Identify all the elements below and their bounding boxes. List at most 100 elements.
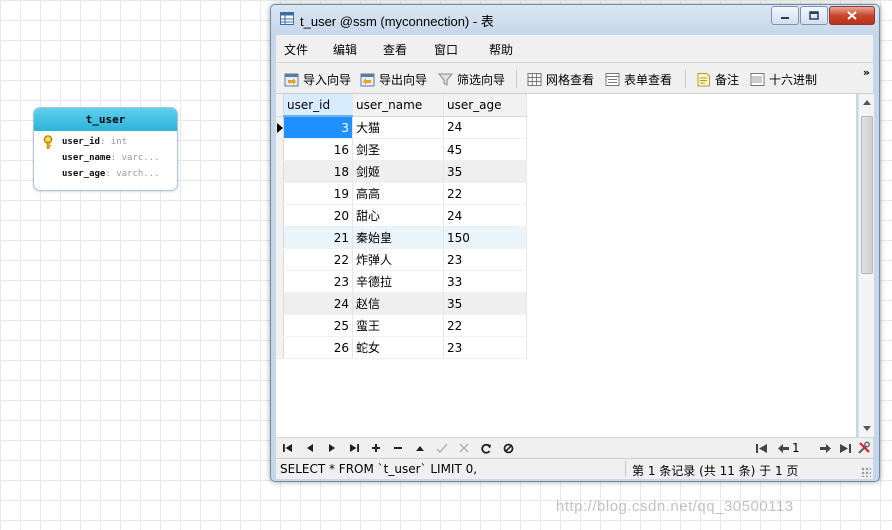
cell-user-age[interactable]: 35	[443, 160, 527, 183]
prev-page-button[interactable]	[775, 440, 791, 456]
cell-user-name[interactable]: 蛮王	[352, 314, 444, 337]
minimize-button[interactable]	[771, 6, 799, 25]
cell-user-age[interactable]: 150	[443, 226, 527, 249]
table-row[interactable]: 24 赵信 35	[276, 292, 527, 315]
filter-wizard-button[interactable]: 筛选向导	[438, 70, 505, 88]
delete-record-button[interactable]	[390, 440, 406, 456]
entity-field-user-age[interactable]: user_age: varch...	[34, 166, 177, 182]
add-record-button[interactable]	[368, 440, 384, 456]
last-page-icon	[839, 443, 851, 453]
refresh-button[interactable]	[478, 440, 494, 456]
table-row[interactable]: 16 剑圣 45	[276, 138, 527, 161]
menu-view[interactable]: 查看	[383, 41, 407, 58]
cell-user-age[interactable]: 22	[443, 314, 527, 337]
cell-user-id[interactable]: 20	[283, 204, 353, 227]
cell-user-id[interactable]: 18	[283, 160, 353, 183]
entity-field-user-name[interactable]: user_name: varc...	[34, 150, 177, 166]
next-page-button[interactable]	[817, 440, 833, 456]
toolbar-overflow-icon[interactable]: »	[863, 66, 870, 79]
cell-user-id[interactable]: 22	[283, 248, 353, 271]
record-navigation-bar: 1	[276, 437, 873, 458]
table-row[interactable]: 26 蛇女 23	[276, 336, 527, 359]
hex-button[interactable]: 十六进制	[750, 70, 817, 88]
cell-user-id[interactable]: 26	[283, 336, 353, 359]
data-table: user_id user_name user_age 3 大猫 24 16 剑圣…	[276, 94, 527, 359]
cell-user-age[interactable]: 35	[443, 292, 527, 315]
table-row[interactable]: 22 炸弹人 23	[276, 248, 527, 271]
data-grid[interactable]: user_id user_name user_age 3 大猫 24 16 剑圣…	[276, 94, 856, 437]
scroll-down-icon[interactable]	[863, 426, 871, 431]
cell-user-name[interactable]: 高高	[352, 182, 444, 205]
vertical-scrollbar[interactable]	[858, 94, 874, 437]
cell-user-id[interactable]: 19	[283, 182, 353, 205]
entity-card-t-user[interactable]: t_user user_id: int user_name: varc... u…	[33, 107, 178, 191]
cell-user-age[interactable]: 22	[443, 182, 527, 205]
cell-user-name[interactable]: 剑姬	[352, 160, 444, 183]
cell-user-id[interactable]: 24	[283, 292, 353, 315]
last-page-button[interactable]	[837, 440, 853, 456]
table-row[interactable]: 19 高高 22	[276, 182, 527, 205]
menu-edit[interactable]: 编辑	[333, 41, 357, 58]
cell-user-id[interactable]: 25	[283, 314, 353, 337]
last-record-button[interactable]	[346, 440, 362, 456]
cell-user-id[interactable]: 16	[283, 138, 353, 161]
apply-changes-button[interactable]	[434, 440, 450, 456]
cell-user-name[interactable]: 甜心	[352, 204, 444, 227]
discard-changes-button[interactable]	[456, 440, 472, 456]
title-bar[interactable]: t_user @ssm (myconnection) - 表	[271, 5, 879, 33]
cell-user-name[interactable]: 赵信	[352, 292, 444, 315]
memo-button[interactable]: 备注	[696, 70, 739, 88]
cell-user-age[interactable]: 33	[443, 270, 527, 293]
export-wizard-button[interactable]: 导出向导	[360, 70, 427, 88]
column-header-user-name[interactable]: user_name	[352, 94, 444, 117]
grid-view-button[interactable]: 网格查看	[527, 70, 594, 88]
form-view-button[interactable]: 表单查看	[605, 70, 672, 88]
cell-user-name[interactable]: 炸弹人	[352, 248, 444, 271]
table-row[interactable]: 18 剑姬 35	[276, 160, 527, 183]
cell-user-id[interactable]: 23	[283, 270, 353, 293]
cell-user-name[interactable]: 大猫	[352, 116, 444, 139]
prev-record-button[interactable]	[302, 440, 318, 456]
cell-user-id[interactable]: 3	[283, 116, 353, 139]
cell-user-name[interactable]: 剑圣	[352, 138, 444, 161]
table-row[interactable]: 25 蛮王 22	[276, 314, 527, 337]
toolbar: 导入向导 导出向导 筛选向导 网格查看 表单查看 备注 十六进制 »	[276, 63, 873, 94]
filter-wizard-label: 筛选向导	[457, 72, 506, 87]
cell-user-age[interactable]: 24	[443, 116, 527, 139]
cell-user-age[interactable]: 24	[443, 204, 527, 227]
page-settings-button[interactable]	[856, 440, 872, 456]
menu-file[interactable]: 文件	[284, 41, 308, 58]
maximize-button[interactable]	[800, 6, 828, 25]
table-row[interactable]: 3 大猫 24	[276, 116, 527, 139]
menu-window[interactable]: 窗口	[434, 41, 458, 58]
entity-field-user-id[interactable]: user_id: int	[34, 134, 177, 150]
column-header-user-age[interactable]: user_age	[443, 94, 527, 117]
menu-help[interactable]: 帮助	[489, 41, 513, 58]
cell-user-name[interactable]: 辛德拉	[352, 270, 444, 293]
scrollbar-thumb[interactable]	[861, 116, 873, 274]
cell-user-id[interactable]: 21	[283, 226, 353, 249]
row-indicator	[276, 292, 284, 315]
first-page-icon	[755, 443, 767, 453]
stop-button[interactable]	[500, 440, 516, 456]
table-row[interactable]: 20 甜心 24	[276, 204, 527, 227]
table-row[interactable]: 23 辛德拉 33	[276, 270, 527, 293]
cell-user-age[interactable]: 23	[443, 336, 527, 359]
page-number[interactable]: 1	[792, 441, 800, 455]
edit-record-button[interactable]	[412, 440, 428, 456]
scroll-up-icon[interactable]	[863, 100, 871, 105]
resize-grip-icon[interactable]	[861, 467, 871, 477]
close-button[interactable]	[829, 6, 875, 25]
import-wizard-button[interactable]: 导入向导	[284, 70, 351, 88]
first-page-button[interactable]	[753, 440, 769, 456]
cell-user-name[interactable]: 蛇女	[352, 336, 444, 359]
column-header-user-id[interactable]: user_id	[283, 94, 353, 117]
table-window[interactable]: t_user @ssm (myconnection) - 表 文件 编辑 查看 …	[270, 4, 880, 482]
field-type: int	[110, 137, 128, 147]
cell-user-age[interactable]: 23	[443, 248, 527, 271]
cell-user-age[interactable]: 45	[443, 138, 527, 161]
table-row[interactable]: 21 秦始皇 150	[276, 226, 527, 249]
first-record-button[interactable]	[280, 440, 296, 456]
cell-user-name[interactable]: 秦始皇	[352, 226, 444, 249]
next-record-button[interactable]	[324, 440, 340, 456]
